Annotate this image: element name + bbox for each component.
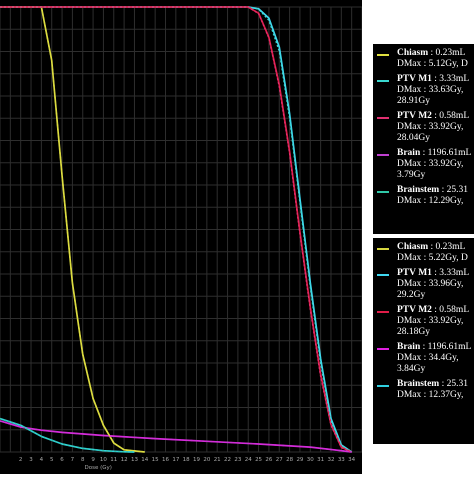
legend-swatch — [377, 154, 389, 156]
legend-line: DMax : 12.37Gy, — [397, 390, 464, 400]
legend-line: DMax : 33.92Gy, — [397, 316, 464, 326]
legend-line: PTV M1 : 3.33mL — [397, 268, 470, 278]
legend-text: PTV M2 : 0.58mL DMax : 33.92Gy, 28.04Gy — [397, 111, 469, 144]
plot-background — [0, 0, 362, 474]
legend-line: DMax : 33.92Gy, — [397, 122, 464, 132]
x-tick-label: 21 — [214, 457, 221, 463]
x-tick-label: 10 — [100, 457, 107, 463]
x-tick-label: 15 — [152, 457, 159, 463]
legend-plan-a: Chiasm : 0.23mL DMax : 5.12Gy, D PTV M1 : … — [373, 44, 474, 234]
x-axis-label: Dose (Gy) — [85, 465, 112, 471]
legend-entry: Chiasm : 0.23mL DMax : 5.22Gy, D — [377, 242, 474, 264]
x-tick-label: 24 — [245, 457, 252, 463]
legend-line: 28.91Gy — [397, 96, 430, 106]
x-tick-label: 28 — [286, 457, 293, 463]
x-tick-label: 9 — [91, 457, 95, 463]
legend-text: Brainstem : 25.31 DMax : 12.37Gy, — [397, 379, 468, 401]
legend-swatch — [377, 117, 389, 119]
legend-entry: PTV M1 : 3.33mL DMax : 33.96Gy, 29.2Gy — [377, 268, 474, 301]
x-tick-label: 4 — [40, 457, 44, 463]
legend-line: DMax : 33.92Gy, — [397, 159, 464, 169]
x-tick-label: 20 — [203, 457, 210, 463]
x-tick-label: 31 — [317, 457, 324, 463]
legend-line: 28.18Gy — [397, 327, 430, 337]
x-tick-label: 3 — [29, 457, 33, 463]
legend-line: 28.04Gy — [397, 133, 430, 143]
x-tick-label: 26 — [265, 457, 272, 463]
x-tick-label: 27 — [276, 457, 283, 463]
legend-entry: PTV M2 : 0.58mL DMax : 33.92Gy, 28.18Gy — [377, 305, 474, 338]
x-tick-label: 29 — [296, 457, 303, 463]
x-tick-label: 22 — [224, 457, 231, 463]
x-tick-label: 25 — [255, 457, 262, 463]
legend-line: 29.2Gy — [397, 290, 426, 300]
x-tick-label: 13 — [131, 457, 138, 463]
legend-line: Chiasm : 0.23mL — [397, 242, 466, 252]
legend-text: Brain : 1196.61mL DMax : 33.92Gy, 3.79Gy — [397, 148, 471, 181]
dvh-plot-svg: 2 3 4 5 6 7 8 9 10 11 12 13 14 15 16 17 18 19 20 21 22 23 24 25… — [0, 0, 363, 474]
legend-text: PTV M1 : 3.33mL DMax : 33.96Gy, 29.2Gy — [397, 268, 469, 301]
x-tick-label: 34 — [348, 457, 355, 463]
legend-line: DMax : 33.96Gy, — [397, 279, 464, 289]
legend-entry: PTV M1 : 3.33mL DMax : 33.63Gy, 28.91Gy — [377, 74, 474, 107]
legend-entry: PTV M2 : 0.58mL DMax : 33.92Gy, 28.04Gy — [377, 111, 474, 144]
legend-entry: Brainstem : 25.31 DMax : 12.29Gy, — [377, 185, 474, 207]
legend-swatch — [377, 385, 389, 387]
legend-swatch — [377, 311, 389, 313]
legend-swatch — [377, 348, 389, 350]
dvh-chart: 2 3 4 5 6 7 8 9 10 11 12 13 14 15 16 17 18 19 20 21 22 23 24 25… — [0, 0, 363, 474]
x-tick-label: 12 — [121, 457, 128, 463]
legend-text: Chiasm : 0.23mL DMax : 5.12Gy, D — [397, 48, 468, 70]
legend-line: Chiasm : 0.23mL — [397, 48, 466, 58]
legend-line: 3.84Gy — [397, 364, 426, 374]
x-tick-label: 30 — [307, 457, 314, 463]
legend-line: PTV M2 : 0.58mL — [397, 111, 470, 121]
legend-swatch — [377, 274, 389, 276]
legend-swatch — [377, 191, 389, 193]
x-tick-label: 2 — [19, 457, 23, 463]
legend-line: Brain : 1196.61mL — [397, 148, 472, 158]
x-tick-label: 14 — [141, 457, 148, 463]
legend-entry: Brainstem : 25.31 DMax : 12.37Gy, — [377, 379, 474, 401]
legend-line: DMax : 12.29Gy, — [397, 196, 464, 206]
x-tick-label: 11 — [110, 457, 117, 463]
legend-swatch — [377, 80, 389, 82]
x-tick-label: 19 — [193, 457, 200, 463]
x-tick-label: 7 — [71, 457, 75, 463]
x-tick-label: 18 — [183, 457, 190, 463]
legend-line: DMax : 33.63Gy, — [397, 85, 464, 95]
x-tick-label: 33 — [338, 457, 345, 463]
x-tick-label: 23 — [234, 457, 241, 463]
legend-entry: Chiasm : 0.23mL DMax : 5.12Gy, D — [377, 48, 474, 70]
legend-line: DMax : 34.4Gy, — [397, 353, 459, 363]
legend-line: Brain : 1196.61mL — [397, 342, 472, 352]
legend-swatch — [377, 54, 389, 56]
legend-text: Brain : 1196.61mL DMax : 34.4Gy, 3.84Gy — [397, 342, 471, 375]
legend-plan-b: Chiasm : 0.23mL DMax : 5.22Gy, D PTV M1 : … — [373, 238, 474, 444]
x-tick-label: 5 — [50, 457, 54, 463]
legend-text: Brainstem : 25.31 DMax : 12.29Gy, — [397, 185, 468, 207]
legend-text: PTV M1 : 3.33mL DMax : 33.63Gy, 28.91Gy — [397, 74, 469, 107]
legend-line: PTV M2 : 0.58mL — [397, 305, 470, 315]
legend-line: Brainstem : 25.31 — [397, 379, 468, 389]
legend-entry: Brain : 1196.61mL DMax : 33.92Gy, 3.79Gy — [377, 148, 474, 181]
x-tick-label: 16 — [162, 457, 169, 463]
x-tick-label: 8 — [81, 457, 85, 463]
legend-line: PTV M1 : 3.33mL — [397, 74, 470, 84]
legend-line: DMax : 5.12Gy, D — [397, 59, 468, 69]
x-tick-label: 6 — [60, 457, 64, 463]
legend-swatch — [377, 248, 389, 250]
legend-line: DMax : 5.22Gy, D — [397, 253, 468, 263]
legend-line: Brainstem : 25.31 — [397, 185, 468, 195]
legend-text: PTV M2 : 0.58mL DMax : 33.92Gy, 28.18Gy — [397, 305, 469, 338]
x-tick-label: 17 — [172, 457, 179, 463]
legend-entry: Brain : 1196.61mL DMax : 34.4Gy, 3.84Gy — [377, 342, 474, 375]
x-tick-label: 32 — [327, 457, 334, 463]
legend-text: Chiasm : 0.23mL DMax : 5.22Gy, D — [397, 242, 468, 264]
legend-line: 3.79Gy — [397, 170, 426, 180]
